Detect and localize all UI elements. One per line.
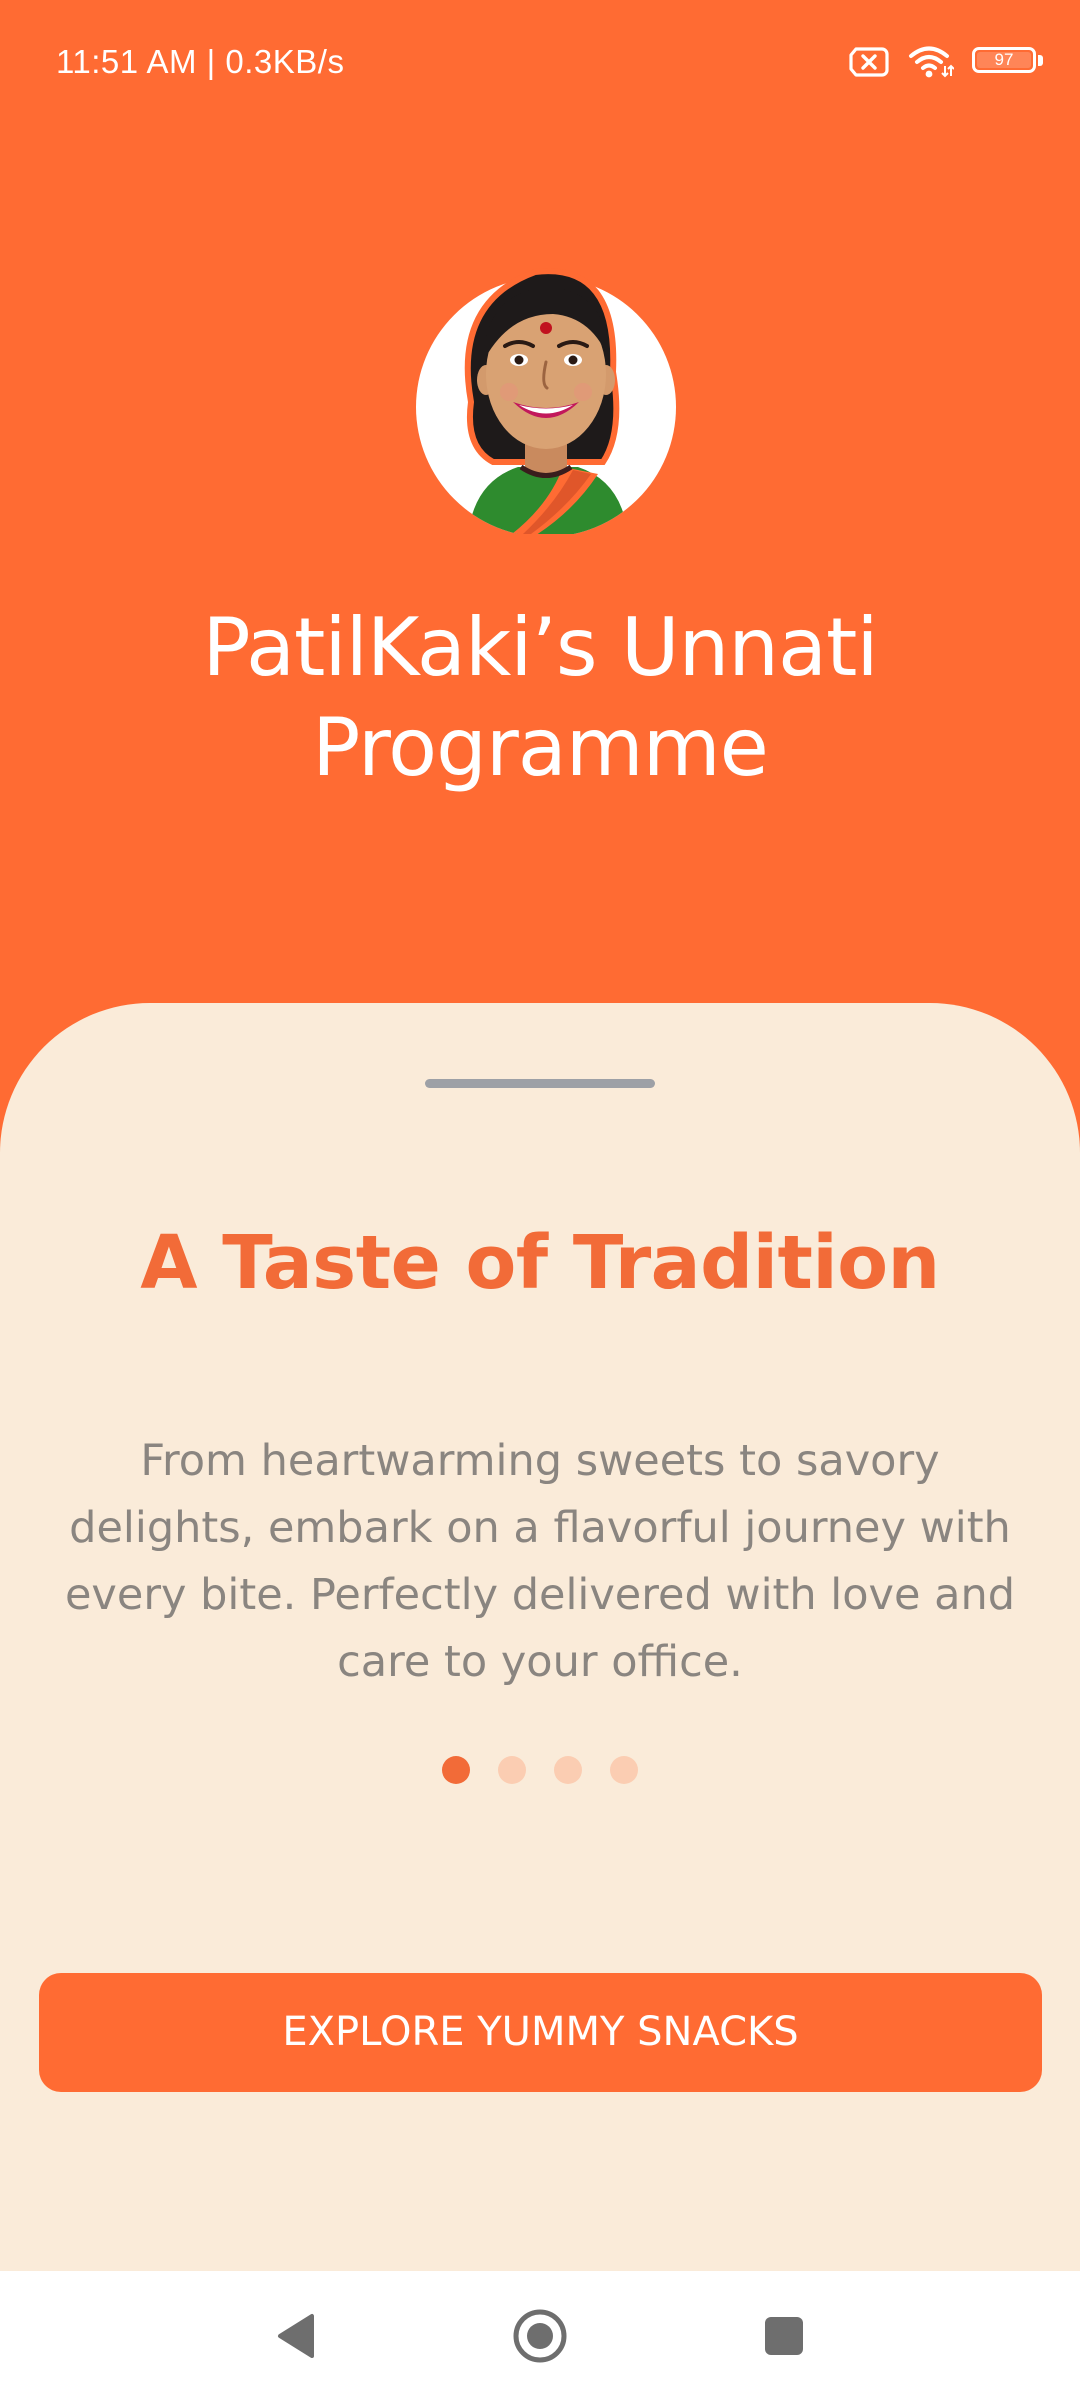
page-title: PatilKaki’s Unnati Programme bbox=[202, 601, 878, 794]
status-icons: 97 bbox=[848, 38, 1044, 86]
battery-level-text: 97 bbox=[994, 50, 1014, 69]
patilkaki-avatar-icon bbox=[416, 268, 676, 534]
recents-icon bbox=[765, 2316, 803, 2355]
back-icon bbox=[278, 2313, 314, 2358]
wifi-icon bbox=[909, 46, 954, 78]
explore-snacks-button[interactable]: EXPLORE YUMMY SNACKS bbox=[39, 1973, 1042, 2092]
sheet-drag-handle[interactable] bbox=[425, 1079, 655, 1088]
system-navigation-bar bbox=[0, 2271, 1080, 2400]
no-sim-icon bbox=[849, 47, 889, 77]
page-dot-2[interactable] bbox=[498, 1756, 526, 1784]
page-dot-1[interactable] bbox=[442, 1756, 470, 1784]
back-button[interactable] bbox=[216, 2271, 376, 2400]
onboarding-heading: A Taste of Tradition bbox=[140, 1220, 940, 1306]
status-bar: 11:51 AM | 0.3KB/s 97 bbox=[0, 0, 1080, 124]
recents-button[interactable] bbox=[704, 2271, 864, 2400]
home-button[interactable] bbox=[460, 2271, 620, 2400]
page-dot-4[interactable] bbox=[610, 1756, 638, 1784]
page-dot-3[interactable] bbox=[554, 1756, 582, 1784]
onboarding-description: From heartwarming sweets to savory delig… bbox=[64, 1436, 1016, 1687]
status-time-speed: 11:51 AM | 0.3KB/s bbox=[56, 43, 345, 80]
page-indicator bbox=[0, 1756, 1080, 1784]
battery-icon: 97 bbox=[972, 47, 1044, 77]
home-icon bbox=[513, 2309, 567, 2362]
